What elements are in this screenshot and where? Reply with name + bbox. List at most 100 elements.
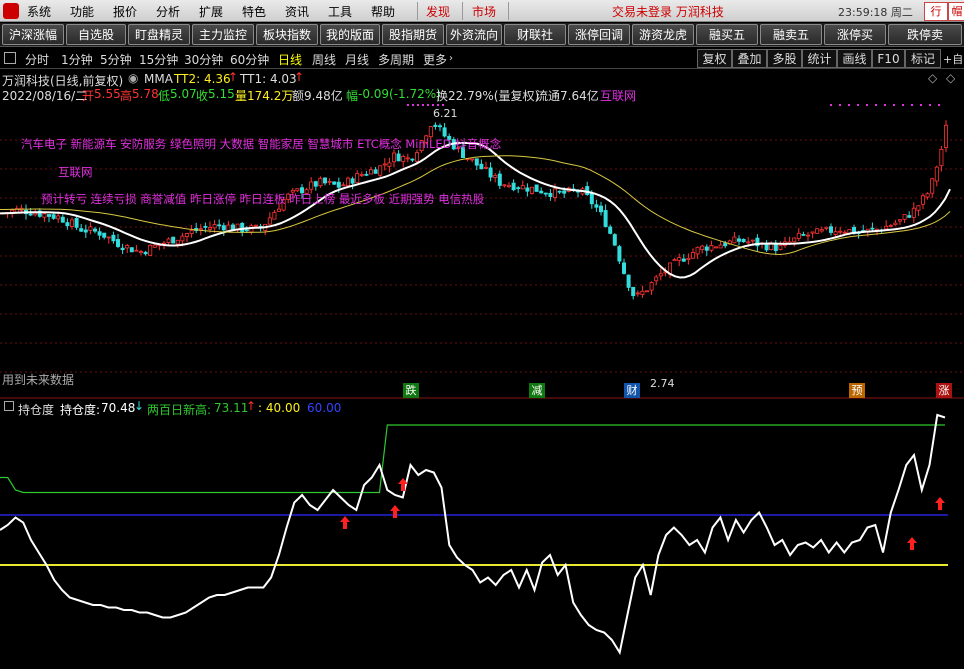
concept-tags-line1: 汽车电子 新能源车 安防服务 绿色照明 大数据 智能家居 智慧城市 ETC概念 …: [21, 137, 502, 151]
candle-body: [704, 246, 709, 251]
candle-body: [138, 251, 143, 254]
candle-body: [907, 215, 912, 218]
candle-body: [497, 173, 502, 186]
candle-body: [888, 225, 893, 227]
candle-body: [635, 292, 640, 295]
indicator-name[interactable]: 持仓度: [18, 401, 54, 418]
event-tag-forecast[interactable]: 预: [849, 383, 865, 398]
buy-arrow-icon: [935, 497, 945, 510]
candle-body: [253, 224, 258, 227]
candle-body: [658, 273, 663, 277]
candle-body: [93, 228, 98, 232]
high-value: 5.78: [132, 87, 159, 101]
signal-dot: [911, 104, 913, 106]
candle-body: [313, 181, 318, 187]
signal-dot: [427, 104, 429, 106]
candle-body: [631, 286, 636, 297]
candle-body: [617, 246, 622, 262]
signal-dot: [848, 104, 850, 106]
candle-body: [916, 205, 921, 211]
candle-body: [488, 167, 493, 178]
candle-body: [902, 214, 907, 220]
up-arrow-icon: ↑: [294, 70, 305, 84]
candle-body: [217, 224, 222, 227]
level-60-label: 60.00: [307, 401, 342, 415]
float-value: 流通7.64亿: [536, 89, 599, 103]
low-label: 低: [158, 89, 171, 103]
event-tag-rise[interactable]: 涨: [936, 383, 952, 398]
candle-body: [911, 207, 916, 218]
candle-body: [336, 181, 341, 188]
candle-body: [645, 290, 650, 293]
candle-body: [382, 163, 387, 166]
candle-body: [709, 244, 714, 251]
candle-body: [368, 169, 373, 175]
candle-body: [125, 245, 130, 249]
high-label: 高: [120, 89, 133, 103]
candle-body: [589, 193, 594, 205]
candle-body: [732, 236, 737, 244]
pane-toggle-icon[interactable]: [4, 401, 14, 411]
candle-body: [773, 243, 778, 252]
candle-body: [442, 127, 447, 137]
candle-body: [143, 251, 148, 255]
candle-body: [102, 232, 107, 238]
candle-body: [824, 226, 829, 229]
candle-body: [622, 262, 627, 274]
diamond-icon[interactable]: ◇: [946, 71, 955, 85]
signal-dot: [422, 104, 424, 106]
low-price-label: 2.74: [650, 377, 675, 390]
signal-dot: [830, 104, 832, 106]
candle-body: [483, 166, 488, 169]
signal-dot: [884, 104, 886, 106]
candle-body: [672, 259, 677, 262]
candle-body: [898, 219, 903, 222]
candle-body: [819, 229, 824, 232]
candle-body: [405, 157, 410, 160]
diamond-icon[interactable]: ◇: [928, 71, 937, 85]
dropdown-icon[interactable]: ◉: [128, 71, 138, 85]
candle-body: [244, 229, 249, 232]
candle-body: [677, 257, 682, 261]
change-value: -0.09(-1.72%): [358, 87, 441, 101]
candle-body: [111, 234, 116, 242]
candle-body: [120, 247, 125, 251]
signal-dot: [407, 104, 409, 106]
holding-line: [0, 413, 946, 656]
event-tag-finance[interactable]: 财: [624, 383, 640, 398]
candle-body: [345, 177, 350, 186]
candle-body: [778, 244, 783, 250]
candle-body: [83, 229, 88, 233]
candle-body: [649, 282, 654, 291]
concept-tags-line2: 互联网: [58, 165, 93, 179]
event-tag-reduce[interactable]: 减: [529, 383, 545, 398]
candle-body: [267, 217, 272, 225]
candle-body: [396, 153, 401, 162]
signal-dot: [866, 104, 868, 106]
candle-body: [842, 231, 847, 234]
candle-body: [520, 185, 525, 190]
candle-body: [750, 239, 755, 242]
candle-body: [410, 158, 415, 161]
candle-body: [437, 125, 442, 128]
candle-body: [741, 238, 746, 243]
candle-body: [681, 258, 686, 262]
candle-body: [60, 216, 65, 223]
candle-body: [391, 152, 396, 163]
signal-dot: [839, 104, 841, 106]
candle-body: [327, 180, 332, 183]
new-high-line: [0, 424, 945, 494]
candle-body: [691, 252, 696, 259]
event-tag-drop[interactable]: 跌: [403, 383, 419, 398]
change-label: 幅: [346, 89, 359, 103]
candle-body: [180, 235, 185, 242]
candle-body: [378, 165, 383, 176]
candle-body: [28, 213, 33, 216]
candle-body: [470, 158, 475, 161]
signal-dot: [902, 104, 904, 106]
candle-body: [801, 234, 806, 236]
up-arrow-icon: ↑: [246, 399, 257, 413]
candle-body: [33, 212, 38, 216]
candle-body: [934, 166, 939, 182]
candle-body: [479, 163, 484, 170]
